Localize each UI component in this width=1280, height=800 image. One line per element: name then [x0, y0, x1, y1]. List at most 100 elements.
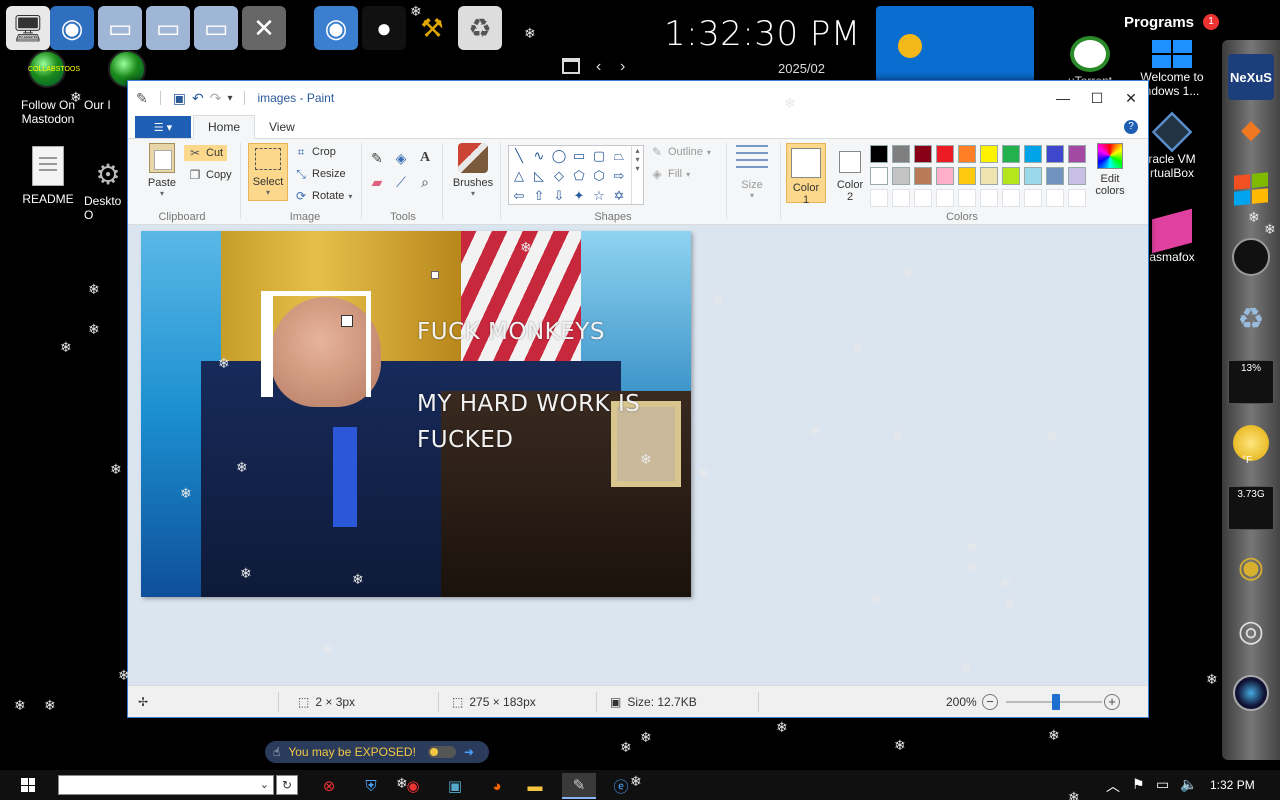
palette-color-swatch[interactable]: [1002, 167, 1020, 185]
minimize-button[interactable]: —: [1046, 81, 1080, 115]
hammer-icon[interactable]: ⚒: [410, 6, 454, 50]
select-button[interactable]: Select ▾: [248, 143, 288, 201]
folder-icon-2[interactable]: ▭: [146, 6, 190, 50]
outline-button[interactable]: ✎ Outline ▾: [650, 145, 711, 159]
taskbar-address-input[interactable]: ⌄: [58, 775, 274, 795]
palette-empty-swatch[interactable]: [1024, 189, 1042, 207]
close-button[interactable]: ✕: [1114, 81, 1148, 115]
person-icon[interactable]: ●: [362, 6, 406, 50]
weather-tile[interactable]: [876, 6, 1034, 82]
flag-icon[interactable]: ⚑: [1132, 776, 1145, 793]
palette-color-swatch[interactable]: [936, 167, 954, 185]
goldfish-icon[interactable]: ◆: [1228, 106, 1274, 152]
up-arrow-shape-icon[interactable]: ⇧: [529, 186, 549, 206]
palette-color-swatch[interactable]: [1068, 167, 1086, 185]
palette-color-swatch[interactable]: [892, 145, 910, 163]
palette-empty-swatch[interactable]: [936, 189, 954, 207]
start-button[interactable]: [0, 770, 56, 800]
globe-network-icon[interactable]: ◉: [1228, 544, 1274, 590]
paste-button[interactable]: Paste ▾: [140, 143, 184, 198]
clock-gauge-icon[interactable]: [1228, 234, 1274, 280]
magnifier-icon[interactable]: ⌕: [414, 171, 436, 193]
palette-color-swatch[interactable]: [1002, 145, 1020, 163]
clock-prev-button[interactable]: ‹: [596, 58, 601, 76]
palette-color-swatch[interactable]: [870, 145, 888, 163]
color1-button[interactable]: Color 1: [786, 143, 826, 206]
monitor-icon[interactable]: ▣: [438, 773, 472, 799]
maximize-button[interactable]: ☐: [1080, 81, 1114, 115]
palette-color-swatch[interactable]: [870, 167, 888, 185]
dropdown-icon[interactable]: ⌄: [260, 778, 269, 791]
palette-empty-swatch[interactable]: [958, 189, 976, 207]
four-point-star-shape-icon[interactable]: ✦: [569, 186, 589, 206]
edit-colors-button[interactable]: Edit colors: [1088, 143, 1132, 197]
save-icon[interactable]: ▣: [173, 90, 186, 107]
file-menu-button[interactable]: ☰ ▾: [135, 116, 191, 138]
palette-color-swatch[interactable]: [914, 167, 932, 185]
calendar-icon[interactable]: [562, 58, 580, 74]
zoom-out-button[interactable]: −: [982, 694, 998, 710]
polygon-shape-icon[interactable]: ⏢: [609, 146, 629, 166]
palette-empty-swatch[interactable]: [1046, 189, 1064, 207]
recycle-bin-icon[interactable]: ♻: [1228, 296, 1274, 342]
palette-color-swatch[interactable]: [980, 145, 998, 163]
palette-empty-swatch[interactable]: [870, 189, 888, 207]
network-folder-icon[interactable]: ▭: [194, 6, 238, 50]
five-point-star-shape-icon[interactable]: ☆: [589, 186, 609, 206]
copy-button[interactable]: ❐ Copy: [184, 167, 236, 183]
help-icon[interactable]: ?: [1124, 120, 1138, 134]
ie-icon[interactable]: ⓔ: [604, 773, 638, 799]
customize-qat-icon[interactable]: ▾: [227, 93, 232, 104]
recorder-icon[interactable]: ◉: [396, 773, 430, 799]
camera-icon[interactable]: [1228, 670, 1274, 716]
opera-icon[interactable]: ⊗: [312, 773, 346, 799]
shapes-scroll[interactable]: ▴ ▾ ▾: [631, 146, 643, 204]
tools-icon[interactable]: ✕: [242, 6, 286, 50]
canvas-image[interactable]: FUCK MONKEYS MY HARD WORK IS FUCKED: [141, 231, 691, 597]
desktop-icon-mastodon[interactable]: Follow On Mastodon: [8, 98, 88, 126]
palette-empty-swatch[interactable]: [1002, 189, 1020, 207]
right-triangle-shape-icon[interactable]: ◺: [529, 166, 549, 186]
diamond-shape-icon[interactable]: ◇: [549, 166, 569, 186]
palette-color-swatch[interactable]: [1024, 167, 1042, 185]
nexus-logo[interactable]: NeXuS: [1228, 54, 1274, 100]
rounded-rectangle-shape-icon[interactable]: ▢: [589, 146, 609, 166]
folder-icon[interactable]: ▭: [98, 6, 142, 50]
selection-handle[interactable]: [431, 271, 439, 279]
taskbar-clock[interactable]: 1:32 PM: [1210, 778, 1255, 792]
color-picker-icon[interactable]: ⟋: [390, 171, 412, 193]
firefox-icon[interactable]: ◕: [480, 773, 514, 799]
redo-icon[interactable]: ↷: [210, 90, 222, 107]
palette-empty-swatch[interactable]: [980, 189, 998, 207]
exposed-notification[interactable]: ☝ You may be EXPOSED! ➜: [265, 741, 489, 763]
arrow-icon[interactable]: ➜: [464, 745, 474, 759]
computer-icon[interactable]: 🖥: [6, 6, 50, 50]
curve-shape-icon[interactable]: ∿: [529, 146, 549, 166]
palette-color-swatch[interactable]: [958, 167, 976, 185]
tab-view[interactable]: View: [255, 116, 309, 138]
palette-color-swatch[interactable]: [1068, 145, 1086, 163]
rotate-button[interactable]: ⟳ Rotate ▾: [294, 189, 352, 203]
eraser-icon[interactable]: ▰: [366, 171, 388, 193]
text-tool-icon[interactable]: A: [414, 147, 436, 169]
paint-taskbar-icon[interactable]: ✎: [562, 773, 596, 799]
right-arrow-shape-icon[interactable]: ⇨: [609, 166, 629, 186]
show-hidden-icons[interactable]: ︿: [1106, 776, 1120, 796]
windows-flag-icon[interactable]: [1228, 166, 1274, 212]
triangle-shape-icon[interactable]: △: [509, 166, 529, 186]
desktop-icon-our[interactable]: Our I: [84, 98, 124, 112]
zoom-slider-thumb[interactable]: [1052, 694, 1060, 710]
line-shape-icon[interactable]: ╲: [509, 146, 529, 166]
palette-color-swatch[interactable]: [980, 167, 998, 185]
size-button[interactable]: Size ▾: [732, 145, 772, 200]
undo-icon[interactable]: ↶: [192, 90, 204, 107]
palette-color-swatch[interactable]: [1046, 167, 1064, 185]
palette-empty-swatch[interactable]: [914, 189, 932, 207]
tab-home[interactable]: Home: [193, 115, 256, 139]
brushes-button[interactable]: Brushes ▾: [450, 143, 496, 198]
fill-bucket-icon[interactable]: ◈: [390, 147, 412, 169]
crop-button[interactable]: ⌗ Crop: [294, 145, 336, 159]
network-icon[interactable]: ▭: [1156, 776, 1169, 793]
left-arrow-shape-icon[interactable]: ⇦: [509, 186, 529, 206]
palette-empty-swatch[interactable]: [1068, 189, 1086, 207]
